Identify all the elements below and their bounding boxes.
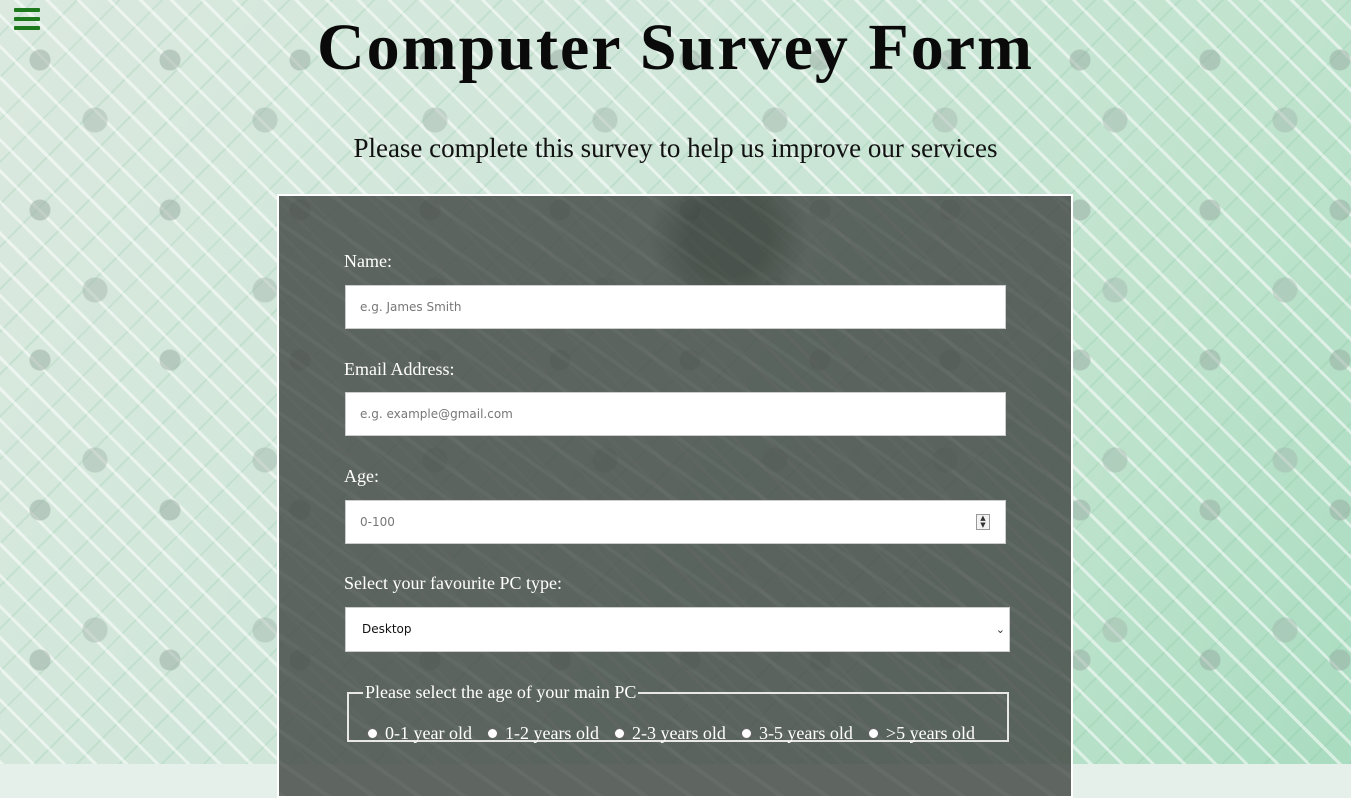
pc-age-option-label: 1-2 years old (504, 723, 599, 743)
email-input[interactable] (345, 392, 1006, 436)
pc-age-option[interactable]: 1-2 years old (486, 723, 599, 744)
radio-button[interactable] (740, 728, 752, 739)
pc-age-option-label: 0-1 year old (385, 723, 472, 743)
radio-button[interactable] (867, 728, 879, 739)
name-input[interactable] (345, 285, 1006, 329)
spin-arrows-icon[interactable]: ▲ ▼ (976, 514, 990, 530)
survey-form: Name: Email Address: Age: ▲▼ Select your… (277, 194, 1073, 798)
pc-age-option[interactable]: 0-1 year old (367, 723, 472, 744)
pc-age-option-label: 3-5 years old (758, 723, 853, 743)
pc-age-option[interactable]: 2-3 years old (613, 723, 726, 744)
age-input[interactable] (345, 500, 1006, 544)
pc-age-legend: Please select the age of your main PC (365, 682, 637, 702)
pc-age-option-label: 2-3 years old (631, 723, 726, 743)
age-label: Age: (344, 466, 379, 486)
pc-type-selected-value: Desktop (362, 622, 412, 636)
chevron-down-icon: ⌄ (995, 623, 1005, 636)
pc-type-label: Select your favourite PC type: (344, 573, 562, 593)
pc-age-option-label: >5 years old (885, 723, 976, 743)
email-label: Email Address: (344, 359, 455, 379)
pc-age-option[interactable]: 3-5 years old (740, 723, 853, 744)
radio-button[interactable] (367, 728, 378, 739)
page-title: Computer Survey Form (316, 11, 1034, 84)
pc-type-select[interactable]: Desktop ⌄ (345, 607, 1010, 652)
name-label: Name: (344, 251, 392, 271)
radio-button[interactable] (613, 728, 625, 739)
page-subtitle: Please complete this survey to help us i… (353, 133, 998, 163)
radio-button[interactable] (486, 728, 498, 739)
pc-age-fieldset: Please select the age of your main PC 0-… (347, 682, 1009, 744)
pc-age-option[interactable]: >5 years old (867, 723, 976, 744)
